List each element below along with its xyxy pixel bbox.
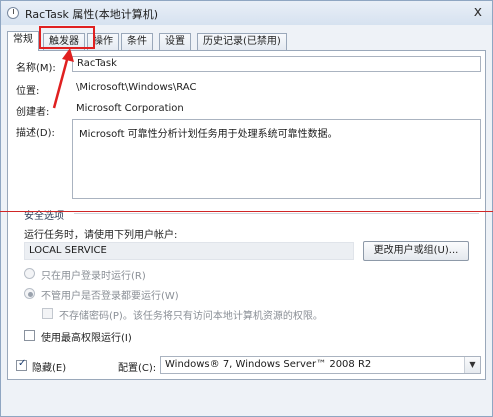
tab-conditions[interactable]: 条件 [121, 33, 153, 51]
annotation-arrow-icon [52, 48, 74, 109]
highest-privileges-checkbox[interactable] [24, 330, 35, 341]
window-title: RacTask 属性(本地计算机) [25, 8, 159, 21]
description-label: 描述(D): [16, 128, 55, 139]
clock-icon [7, 7, 19, 19]
location-value: \Microsoft\Windows\RAC [76, 82, 197, 93]
description-value: Microsoft 可靠性分析计划任务用于处理系统可靠性数据。 [79, 129, 338, 140]
close-icon[interactable]: x [474, 3, 482, 21]
tab-settings[interactable]: 设置 [159, 33, 191, 51]
title-bar: RacTask 属性(本地计算机) x [1, 1, 492, 25]
radio-run-whether-logged-on[interactable] [24, 288, 35, 299]
author-value: Microsoft Corporation [76, 103, 184, 114]
location-label: 位置: [16, 86, 40, 97]
radio-run-whether-logged-on-label: 不管用户是否登录都要运行(W) [41, 291, 179, 302]
hidden-label: 隐藏(E) [32, 363, 67, 374]
no-store-password-label: 不存储密码(P)。该任务将只有访问本地计算机资源的权限。 [59, 311, 323, 322]
security-options-heading: 安全选项 [24, 211, 64, 222]
name-value: RacTask [77, 58, 117, 69]
chevron-down-icon[interactable]: ▼ [464, 357, 480, 373]
radio-run-logged-on[interactable] [24, 268, 35, 279]
change-user-button[interactable]: 更改用户或组(U)... [363, 241, 469, 261]
configure-value: Windows® 7, Windows Server™ 2008 R2 [165, 359, 372, 370]
tab-history[interactable]: 历史记录(已禁用) [197, 33, 287, 51]
group-divider [74, 213, 479, 214]
name-field[interactable]: RacTask [72, 56, 481, 72]
configure-dropdown[interactable]: Windows® 7, Windows Server™ 2008 R2 ▼ [160, 356, 481, 374]
radio-run-logged-on-label: 只在用户登录时运行(R) [41, 271, 146, 282]
highest-privileges-label: 使用最高权限运行(I) [41, 333, 132, 344]
general-tab-panel: 名称(M): RacTask 位置: \Microsoft\Windows\RA… [7, 50, 486, 380]
tab-general[interactable]: 常规 [7, 31, 39, 51]
configure-label: 配置(C): [118, 363, 157, 374]
annotation-divider-line [0, 211, 493, 212]
user-account-field: LOCAL SERVICE [24, 242, 354, 260]
hidden-checkbox[interactable] [16, 358, 27, 371]
no-store-password-checkbox[interactable] [42, 308, 53, 319]
description-field[interactable]: Microsoft 可靠性分析计划任务用于处理系统可靠性数据。 [72, 119, 481, 199]
run-as-label: 运行任务时，请使用下列用户帐户: [24, 230, 178, 241]
author-label: 创建者: [16, 107, 50, 118]
